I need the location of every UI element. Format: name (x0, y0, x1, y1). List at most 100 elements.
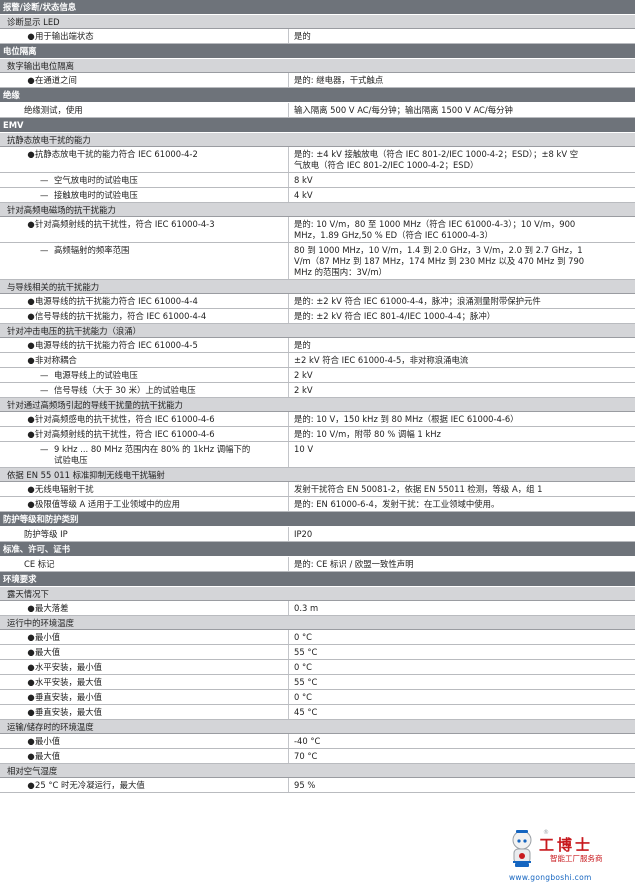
spec-label: 电源导线的抗干扰能力符合 IEC 61000-4-4 (35, 296, 198, 306)
column-divider (288, 734, 289, 748)
column-divider (288, 338, 289, 352)
subsection-header: 针对高频电磁场的抗干扰能力 (0, 203, 635, 217)
spec-label: 抗静态放电干扰的能力符合 IEC 61000-4-2 (35, 149, 198, 159)
spec-label: 信号导线（大于 30 米）上的试验电压 (54, 385, 196, 395)
dash-marker: — (40, 444, 49, 454)
subsection-title: 针对通过高频场引起的导线干扰量的抗干扰能力 (7, 400, 183, 410)
logo-url: www.gongboshi.com (509, 873, 592, 882)
subsection-header: 运输/储存时的环境温度 (0, 720, 635, 734)
spec-row: ● 抗静态放电干扰的能力符合 IEC 61000-4-2 是的: ±4 kV 接触放… (0, 147, 635, 173)
spec-label: 最大值 (35, 751, 61, 761)
spec-row: — 电源导线上的试验电压 2 kV (0, 368, 635, 383)
category-header: 绝缘 (0, 88, 635, 103)
registered-mark: ® (543, 829, 549, 836)
category-title: 绝缘 (3, 90, 20, 100)
column-divider (288, 412, 289, 426)
spec-value: 是的: 10 V/m，附带 80 % 调幅 1 kHz (294, 429, 441, 439)
column-divider (288, 527, 289, 541)
dash-marker: — (40, 370, 49, 380)
spec-value: 80 到 1000 MHz，10 V/m，1.4 到 2.0 GHz，3 V/m… (294, 245, 583, 255)
spec-row: ● 最大值 55 °C (0, 645, 635, 660)
spec-value: 是的: 继电器，干式触点 (294, 75, 384, 85)
spec-label: 水平安装，最小值 (35, 662, 102, 672)
spec-value: 发射干扰符合 EN 50081-2，依据 EN 55011 检测，等级 A，组 … (294, 484, 543, 494)
category-header: EMV (0, 118, 635, 133)
spec-value: 输入隔离 500 V AC/每分钟；输出隔离 1500 V AC/每分钟 (294, 105, 513, 115)
column-divider (288, 601, 289, 615)
spec-label-continued: 试验电压 (54, 455, 88, 465)
spec-value: 是的 (294, 340, 311, 350)
spec-table: 报警/诊断/状态信息 诊断显示 LED ● 用于输出端状态 是的 电位隔离 数字输出电位隔离… (0, 0, 635, 893)
spec-row: ● 电源导线的抗干扰能力符合 IEC 61000-4-5 是的 (0, 338, 635, 353)
spec-value: 0 °C (294, 692, 313, 702)
spec-value: V/m（87 MHz 到 187 MHz，174 MHz 到 230 MHz 以… (294, 256, 585, 266)
subsection-header: 相对空气湿度 (0, 764, 635, 778)
column-divider (288, 778, 289, 792)
spec-label: 垂直安装，最小值 (35, 692, 102, 702)
spec-value: MHz，1.89 GHz,50 % ED（符合 IEC 61000-4-3） (294, 230, 493, 240)
subsection-title: 与导线相关的抗干扰能力 (7, 282, 100, 292)
category-title: 报警/诊断/状态信息 (3, 2, 77, 12)
subsection-title: 运行中的环境温度 (7, 618, 74, 628)
spec-label: 垂直安装，最大值 (35, 707, 102, 717)
spec-value: 0.3 m (294, 603, 319, 613)
column-divider (288, 497, 289, 511)
spec-row: ● 垂直安装，最大值 45 °C (0, 705, 635, 720)
spec-label: CE 标记 (24, 559, 55, 569)
column-divider (288, 482, 289, 496)
spec-label: 信号导线的抗干扰能力，符合 IEC 61000-4-4 (35, 311, 207, 321)
spec-value: 是的: 10 V/m，80 至 1000 MHz（符合 IEC 61000-4-… (294, 219, 576, 229)
column-divider (288, 217, 289, 242)
subsection-title: 相对空气湿度 (7, 766, 58, 776)
subsection-title: 针对冲击电压的抗干扰能力（浪涌） (7, 326, 141, 336)
column-divider (288, 309, 289, 323)
spec-value: 55 °C (294, 647, 318, 657)
category-header: 标准、许可、证书 (0, 542, 635, 557)
subsection-title: 抗静态放电干扰的能力 (7, 135, 91, 145)
spec-label: 空气放电时的试验电压 (54, 175, 138, 185)
spec-value: 是的: EN 61000-6-4，发射干扰：在工业领域中使用。 (294, 499, 500, 509)
subsection-title: 诊断显示 LED (7, 17, 60, 27)
subsection-header: 运行中的环境温度 (0, 616, 635, 630)
category-header: 报警/诊断/状态信息 (0, 0, 635, 15)
spec-row: ● 极限值等级 A 适用于工业领域中的应用 是的: EN 61000-6-4，发射干… (0, 497, 635, 512)
watermark-logo: 工博士 ® 智能工厂服务商 www.gongboshi.com (500, 820, 635, 892)
column-divider (288, 29, 289, 43)
column-divider (288, 103, 289, 117)
spec-label: 在通道之间 (35, 75, 77, 85)
column-divider (288, 427, 289, 441)
spec-value: 是的: ±4 kV 接触放电（符合 IEC 801-2/IEC 1000-4-2… (294, 149, 579, 159)
spec-value: 是的: ±2 kV 符合 IEC 801-4/IEC 1000-4-4；脉冲） (294, 311, 496, 321)
subsection-title: 露天情况下 (7, 589, 49, 599)
spec-row: ● 水平安装，最大值 55 °C (0, 675, 635, 690)
subsection-header: 抗静态放电干扰的能力 (0, 133, 635, 147)
spec-row: ● 针对高频射线的抗干扰性，符合 IEC 61000-4-6 是的: 10 V/m，… (0, 427, 635, 442)
spec-value: 55 °C (294, 677, 318, 687)
spec-value: 是的 (294, 31, 311, 41)
subsection-header: 诊断显示 LED (0, 15, 635, 29)
spec-label: 无线电辐射干扰 (35, 484, 94, 494)
spec-row: ● 电源导线的抗干扰能力符合 IEC 61000-4-4 是的: ±2 kV 符合 … (0, 294, 635, 309)
spec-row: ● 在通道之间 是的: 继电器，干式触点 (0, 73, 635, 88)
subsection-title: 数字输出电位隔离 (7, 61, 74, 71)
spec-value: 4 kV (294, 190, 313, 200)
spec-label: 25 °C 时无冷凝运行，最大值 (35, 780, 145, 790)
spec-row: ● 25 °C 时无冷凝运行，最大值 95 % (0, 778, 635, 793)
spec-row: ● 信号导线的抗干扰能力，符合 IEC 61000-4-4 是的: ±2 kV 符合… (0, 309, 635, 324)
spec-row: ● 最大值 70 °C (0, 749, 635, 764)
category-title: 电位隔离 (3, 46, 37, 56)
spec-label: 绝缘测试，使用 (24, 105, 83, 115)
column-divider (288, 690, 289, 704)
spec-label: 非对称耦合 (35, 355, 77, 365)
column-divider (288, 353, 289, 367)
subsection-title: 依据 EN 55 011 标准抑制无线电干扰辐射 (7, 470, 165, 480)
column-divider (288, 147, 289, 172)
spec-label: 用于输出端状态 (35, 31, 94, 41)
spec-row: ● 垂直安装，最小值 0 °C (0, 690, 635, 705)
column-divider (288, 645, 289, 659)
spec-row: — 空气放电时的试验电压 8 kV (0, 173, 635, 188)
spec-label: 电源导线的抗干扰能力符合 IEC 61000-4-5 (35, 340, 198, 350)
spec-row: ● 最小值 -40 °C (0, 734, 635, 749)
column-divider (288, 630, 289, 644)
spec-row: CE 标记 是的: CE 标识 / 欧盟一致性声明 (0, 557, 635, 572)
